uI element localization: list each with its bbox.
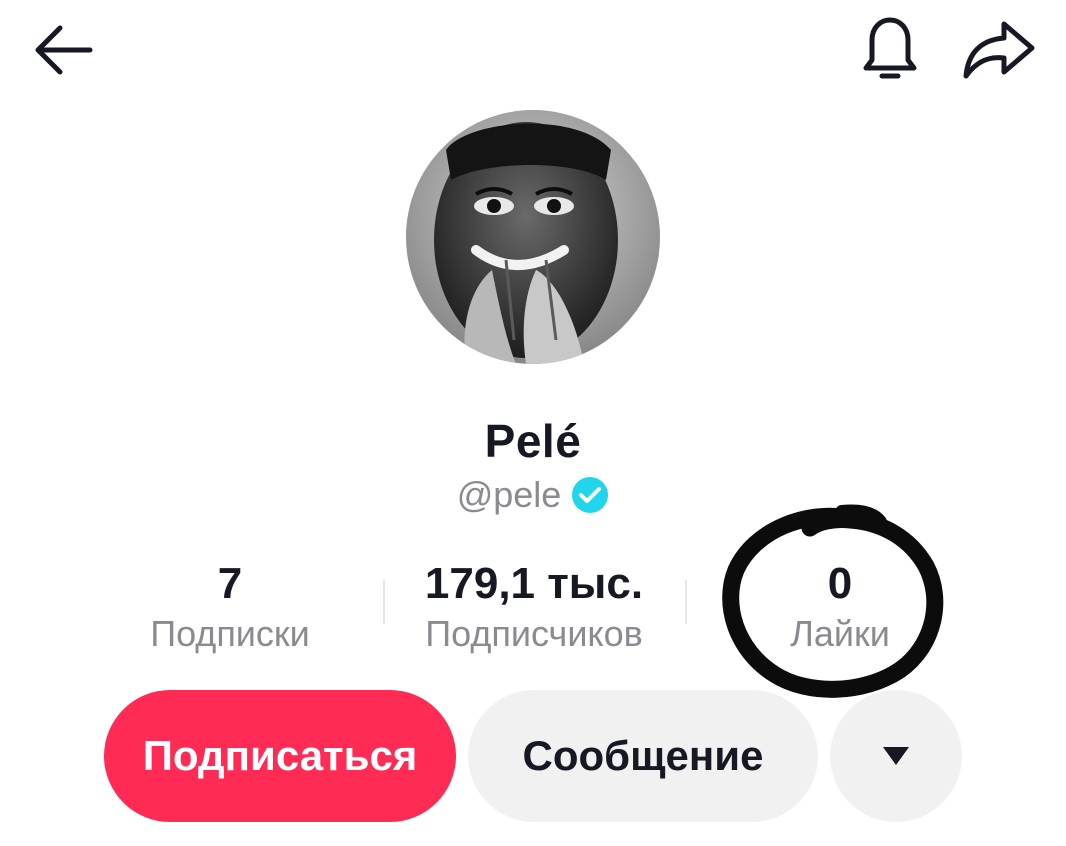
follow-button[interactable]: Подписаться <box>104 690 456 822</box>
arrow-left-icon <box>35 25 93 75</box>
back-button[interactable] <box>28 14 100 86</box>
likes-label: Лайки <box>790 613 890 654</box>
stat-following[interactable]: 7 Подписки <box>120 556 340 656</box>
share-button[interactable] <box>958 12 1038 88</box>
followers-label: Подписчиков <box>425 613 643 654</box>
profile-name: Pelé <box>484 415 582 467</box>
message-button[interactable]: Сообщение <box>468 690 818 822</box>
likes-count: 0 <box>827 559 853 608</box>
notifications-button[interactable] <box>852 10 928 86</box>
share-arrow-icon <box>963 21 1035 79</box>
stat-divider <box>685 580 687 624</box>
verified-check-icon <box>572 477 609 513</box>
profile-handle: @pele <box>456 474 562 515</box>
followers-count: 179,1 тыс. <box>424 559 644 608</box>
caret-down-icon <box>883 747 909 765</box>
stat-likes: 0 Лайки <box>760 556 920 656</box>
handle-row: @pele <box>0 474 1066 516</box>
following-label: Подписки <box>150 613 310 654</box>
more-options-button[interactable] <box>830 690 962 822</box>
following-count: 7 <box>217 559 243 608</box>
stat-followers[interactable]: 179,1 тыс. Подписчиков <box>396 556 672 656</box>
avatar <box>406 110 660 364</box>
bell-icon <box>863 17 917 79</box>
stat-divider <box>383 580 385 624</box>
